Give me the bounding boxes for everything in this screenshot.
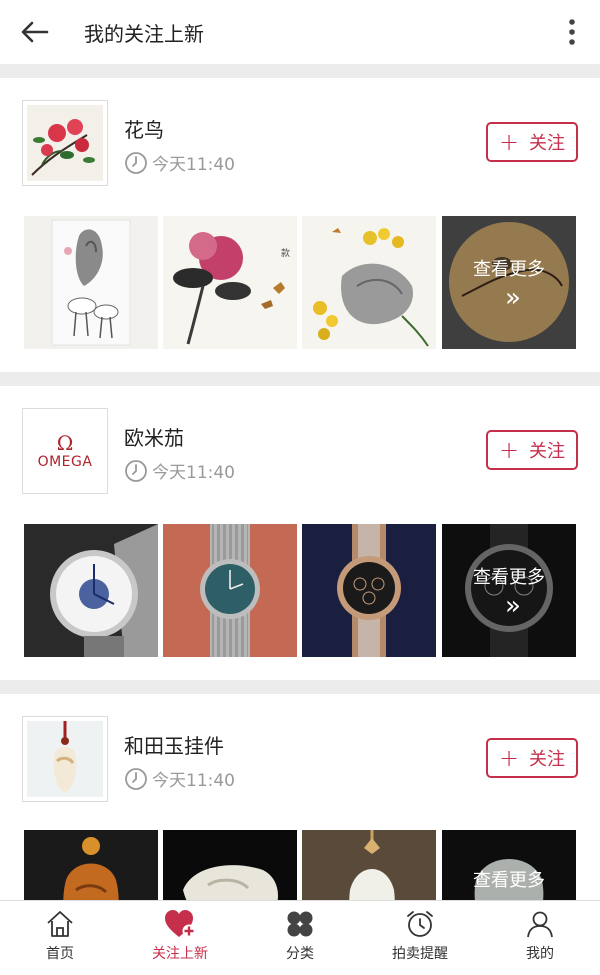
follow-button[interactable]: + 关注 (486, 738, 578, 778)
plus-icon: + (498, 436, 520, 464)
product-thumbnails: 查看更多 » (0, 524, 600, 657)
top-bar: 我的关注上新 (0, 0, 600, 64)
tab-profile[interactable]: 我的 (480, 901, 600, 975)
shop-section-1: 花鸟 今天11:40 + 关注 款 查看更多 » (0, 78, 600, 372)
shop-header: 花鸟 今天11:40 + 关注 (0, 78, 600, 194)
product-thumbnail-more[interactable]: 查看更多 » (442, 216, 576, 349)
follow-button[interactable]: + 关注 (486, 122, 578, 162)
product-thumbnails: 查看更多 (0, 830, 600, 900)
clock-icon (125, 767, 147, 790)
update-time-text: 今天11:40 (152, 771, 235, 791)
plus-icon: + (498, 128, 520, 156)
follow-label: 关注 (529, 441, 566, 462)
clock-icon (125, 459, 147, 482)
shop-name[interactable]: 欧米茄 (124, 422, 184, 451)
product-thumbnail[interactable] (302, 216, 436, 349)
product-thumbnail[interactable]: 款 (163, 216, 297, 349)
view-more-label: 查看更多 (473, 870, 545, 891)
shop-name[interactable]: 和田玉挂件 (124, 730, 224, 759)
view-more-label: 查看更多 (473, 258, 545, 280)
tab-auction-reminder[interactable]: 拍卖提醒 (360, 901, 480, 975)
product-thumbnail[interactable] (24, 830, 158, 900)
product-thumbnail[interactable] (302, 524, 436, 657)
product-thumbnail[interactable] (302, 830, 436, 900)
back-button[interactable] (0, 0, 70, 64)
jade-pendant-thumbnail (27, 721, 103, 797)
alarm-clock-icon (407, 911, 433, 937)
shop-section-2: Ω OMEGA 欧米茄 今天11:40 + 关注 查看更多 » (0, 386, 600, 680)
product-thumbnail[interactable] (24, 524, 158, 657)
product-thumbnail-more[interactable]: 查看更多 (442, 830, 576, 900)
tab-label: 分类 (286, 946, 314, 962)
clock-icon (125, 151, 147, 174)
bottom-tab-bar: 首页 关注上新 分类 拍卖提醒 我的 (0, 900, 600, 975)
vertical-dots-icon (569, 19, 575, 45)
follow-label: 关注 (529, 133, 566, 154)
home-icon (47, 911, 73, 937)
omega-logo-text: OMEGA (37, 453, 93, 470)
double-chevron-icon: » (505, 282, 521, 313)
tab-following-new[interactable]: 关注上新 (120, 901, 240, 975)
omega-logo-symbol: Ω (56, 430, 74, 455)
double-chevron-icon: » (505, 590, 521, 621)
product-thumbnail[interactable] (163, 830, 297, 900)
tab-label: 我的 (526, 946, 554, 962)
shop-logo[interactable] (22, 716, 108, 802)
plus-icon: + (498, 744, 520, 772)
heart-plus-icon (165, 910, 196, 938)
shop-name[interactable]: 花鸟 (124, 114, 164, 143)
arrow-left-icon (21, 21, 49, 43)
tab-label: 拍卖提醒 (392, 946, 448, 962)
product-thumbnails: 款 查看更多 » (0, 216, 600, 349)
page-title: 我的关注上新 (84, 21, 204, 46)
shop-section-3: 和田玉挂件 今天11:40 + 关注 查看更多 (0, 694, 600, 900)
user-icon (527, 911, 553, 938)
tab-label: 首页 (46, 946, 74, 962)
update-time: 今天11:40 (124, 766, 235, 791)
view-more-overlay: 查看更多 (442, 830, 576, 900)
more-options-button[interactable] (544, 0, 600, 64)
view-more-label: 查看更多 (473, 566, 545, 588)
update-time-text: 今天11:40 (152, 155, 235, 175)
shop-header: 和田玉挂件 今天11:40 + 关注 (0, 694, 600, 810)
tab-label: 关注上新 (152, 946, 208, 962)
clover-icon (287, 911, 313, 937)
update-time: 今天11:40 (124, 150, 235, 175)
tab-category[interactable]: 分类 (240, 901, 360, 975)
shop-logo[interactable] (22, 100, 108, 186)
update-time: 今天11:40 (124, 458, 235, 483)
tab-home[interactable]: 首页 (0, 901, 120, 975)
update-time-text: 今天11:40 (152, 463, 235, 483)
product-thumbnail[interactable] (24, 216, 158, 349)
view-more-overlay: 查看更多 » (442, 216, 576, 349)
svg-text:款: 款 (281, 247, 290, 259)
product-thumbnail[interactable] (163, 524, 297, 657)
flower-painting-thumbnail (27, 105, 103, 181)
follow-button[interactable]: + 关注 (486, 430, 578, 470)
product-thumbnail-more[interactable]: 查看更多 » (442, 524, 576, 657)
view-more-overlay: 查看更多 » (442, 524, 576, 657)
shop-header: Ω OMEGA 欧米茄 今天11:40 + 关注 (0, 386, 600, 502)
shop-logo[interactable]: Ω OMEGA (22, 408, 108, 494)
follow-label: 关注 (529, 749, 566, 770)
